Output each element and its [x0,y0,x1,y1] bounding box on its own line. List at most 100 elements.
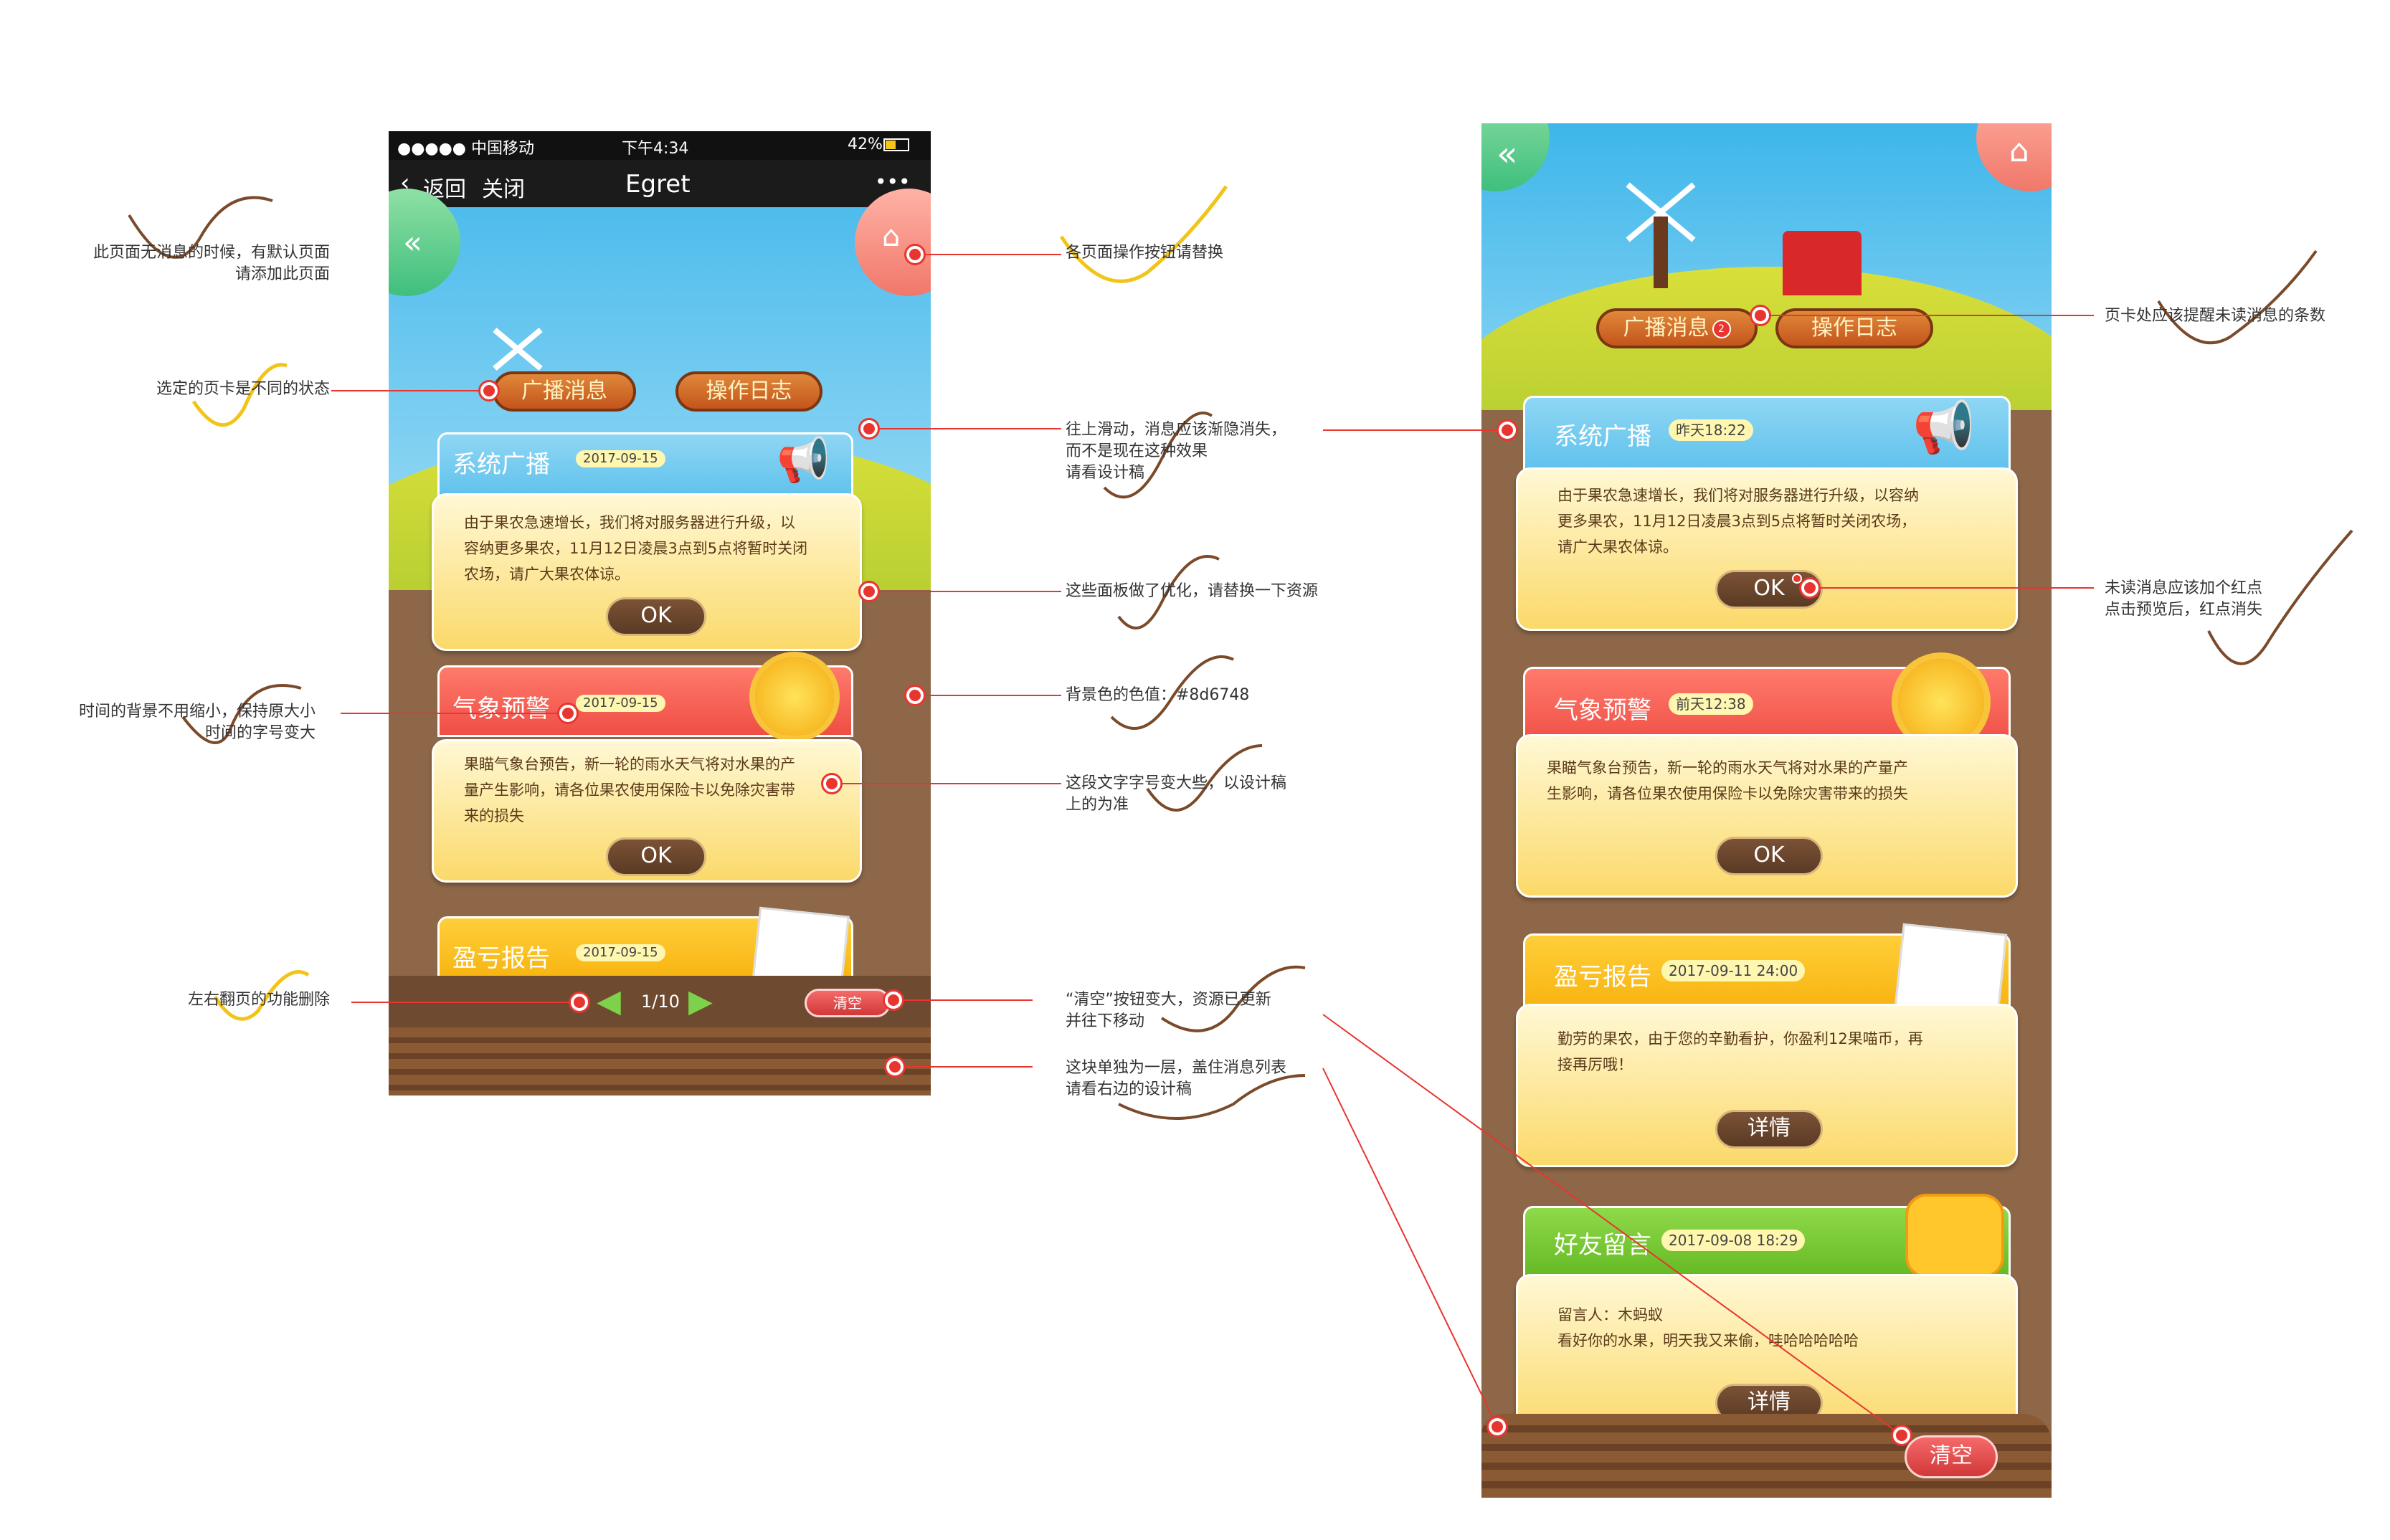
card-time: 2017-09-11 24:00 [1661,960,1806,981]
card-time: 昨天18:22 [1669,419,1753,441]
card-header: 系统广播 昨天18:22 📢 [1523,396,2011,475]
double-chevron-left-icon: « [403,224,422,261]
tab-broadcast[interactable]: 广播消息 2 [1596,308,1758,348]
card-header: 系统广播 2017-09-15 📢 [437,432,853,500]
annotation-line: 点击预览后，红点消失 [2105,601,2263,619]
annotation-line: 请看设计稿 [1066,464,1145,482]
annotation-line: 选定的页卡是不同的状态 [156,380,330,398]
annotation-line: 左右翻页的功能删除 [187,991,330,1009]
clock-label: 下午4:34 [622,140,689,158]
right-phone-screen: « ⌂ 广播消息 2 操作日志 系统广播 昨天18:22 📢 由于果农急速增长，我… [1481,123,2052,1498]
left-phone-screen: ●●●●● 中国移动 下午4:34 42% ‹ 返回 关闭 Egret ••• … [389,131,931,1095]
annotation-tab-state: 选定的页卡是不同的状态 [43,379,330,400]
card-time: 前天12:38 [1669,693,1753,715]
annotation-line: 未读消息应该加个红点 [2105,579,2263,597]
clear-button[interactable]: 清空 [805,989,891,1017]
sun-icon [1898,659,1984,745]
card-title: 好友留言 [1554,1231,1651,1260]
card-line: 来的损失 [464,807,524,824]
card-title: 系统广播 [1554,422,1651,451]
annotation-line: 此页面无消息的时候，有默认页面 [93,244,330,262]
tab-label: 广播消息 [1623,315,1709,341]
prev-page-arrow-icon[interactable]: ◀ [597,983,621,1019]
annotation-dot [1893,1427,1910,1444]
card-line: 看好你的水果，明天我又来偷，哇哈哈哈哈哈 [1557,1332,1859,1349]
barn-icon [1783,231,1862,295]
annotation-dot [1801,579,1818,596]
annotation-dot [906,687,924,704]
annotation-line: 背景色的色值：#8d6748 [1066,686,1250,704]
card-line: 容纳更多果农，11月12日凌晨3点到5点将暂时关闭 [464,540,808,557]
annotation-dot [1489,1418,1506,1435]
card-line: 由于果农急速增长，我们将对服务器进行升级，以容纳 [1557,487,1919,504]
annotation-dot [1752,307,1769,324]
annotation-time-bg: 时间的背景不用缩小，保持原大小 时间的字号变大 [29,701,316,744]
sun-icon [755,657,834,736]
annotation-red-dot: 未读消息应该加个红点 点击预览后，红点消失 [2105,578,2262,621]
card-line: 由于果农急速增长，我们将对服务器进行升级，以 [464,514,795,531]
megaphone-icon: 📢 [777,435,830,485]
annotation-dot [823,775,840,792]
tab-broadcast[interactable]: 广播消息 [493,371,636,412]
card-title: 盈亏报告 [1554,963,1651,992]
annotation-clear-button: “清空”按钮变大，资源已更新 并往下移动 [1066,989,1271,1032]
card-title: 系统广播 [452,450,550,479]
card-line: 勤劳的果农，由于您的辛勤看护，你盈利12果喵币，再 [1557,1030,1923,1047]
annotation-font-size: 这段文字字号变大些，以设计稿 上的为准 [1066,773,1286,816]
ok-label: OK [1753,576,1785,601]
card-body: 由于果农急速增长，我们将对服务器进行升级，以 容纳更多果农，11月12日凌晨3点… [432,493,862,651]
annotation-dot [480,382,498,399]
annotation-line: 往上滑动，消息应该渐隐消失， [1066,421,1287,439]
card-body: 留言人：木蚂蚁 看好你的水果，明天我又来偷，哇哈哈哈哈哈 详情 [1516,1274,2018,1437]
nav-title: Egret [625,170,691,199]
card-time: 2017-09-08 18:29 [1661,1230,1806,1251]
annotation-line: 而不是现在这种效果 [1066,442,1208,460]
card-line: 果瞄气象台预告，新一轮的雨水天气将对水果的产量产 [1547,759,1908,776]
home-icon: ⌂ [2009,133,2029,169]
ok-button[interactable]: OK [1715,837,1823,875]
annotation-dot [885,992,902,1009]
annotation-line: 请添加此页面 [234,265,330,283]
home-icon: ⌂ [882,220,901,253]
tab-operation-log[interactable]: 操作日志 [675,371,822,412]
close-button[interactable]: 关闭 [482,171,525,203]
annotation-unread-count: 页卡处应该提醒未读消息的条数 [2105,305,2325,327]
annotation-line: 请看右边的设计稿 [1066,1080,1192,1098]
annotation-line: 这段文字字号变大些，以设计稿 [1066,774,1287,792]
annotation-buttons: 各页面操作按钮请替换 [1066,242,1223,264]
annotation-panels: 这些面板做了优化，请替换一下资源 [1066,581,1318,602]
ok-button[interactable]: OK [606,597,706,636]
annotation-line: 上的为准 [1066,796,1129,814]
card-line: 生影响，请各位果农使用保险卡以免除灾害带来的损失 [1547,785,1908,802]
annotation-line: 页卡处应该提醒未读消息的条数 [2105,307,2326,325]
annotation-line: 时间的字号变大 [204,724,316,742]
card-body: 果瞄气象台预告，新一轮的雨水天气将对水果的产 量产生影响，请各位果农使用保险卡以… [432,739,862,883]
card-body: 果瞄气象台预告，新一轮的雨水天气将对水果的产量产 生影响，请各位果农使用保险卡以… [1516,734,2018,898]
tab-operation-log[interactable]: 操作日志 [1775,308,1933,348]
unread-count-badge: 2 [1712,319,1731,338]
unread-dot-icon [1792,574,1802,584]
annotation-scroll: 往上滑动，消息应该渐隐消失， 而不是现在这种效果 请看设计稿 [1066,419,1286,484]
card-body: 由于果农急速增长，我们将对服务器进行升级，以容纳 更多果农，11月12日凌晨3点… [1516,467,2018,631]
ok-button[interactable]: OK [606,837,706,876]
annotation-dot [571,994,588,1011]
carrier-label: ●●●●● 中国移动 [397,140,534,158]
card-line: 请广大果农体谅。 [1557,538,1678,556]
windmill-icon [1626,181,1696,288]
details-button[interactable]: 详情 [1715,1110,1823,1149]
card-line: 量产生影响，请各位果农使用保险卡以免除灾害带 [464,781,795,799]
battery-label: 42% [848,136,883,153]
card-title: 盈亏报告 [452,944,550,973]
annotation-pager: 左右翻页的功能删除 [43,989,330,1011]
annotation-dot [1499,422,1516,439]
next-page-arrow-icon[interactable]: ▶ [688,983,713,1019]
clear-button[interactable]: 清空 [1905,1435,1998,1478]
annotation-line: 这些面板做了优化，请替换一下资源 [1066,582,1319,600]
annotation-soil-layer: 这块单独为一层，盖住消息列表 请看右边的设计稿 [1066,1057,1286,1101]
card-time: 2017-09-15 [576,695,665,712]
soil-layer [389,1027,931,1095]
annotation-dot [559,705,577,722]
annotation-line: 各页面操作按钮请替换 [1066,244,1224,262]
battery-icon [883,138,909,151]
page-indicator: 1/10 [641,992,680,1012]
